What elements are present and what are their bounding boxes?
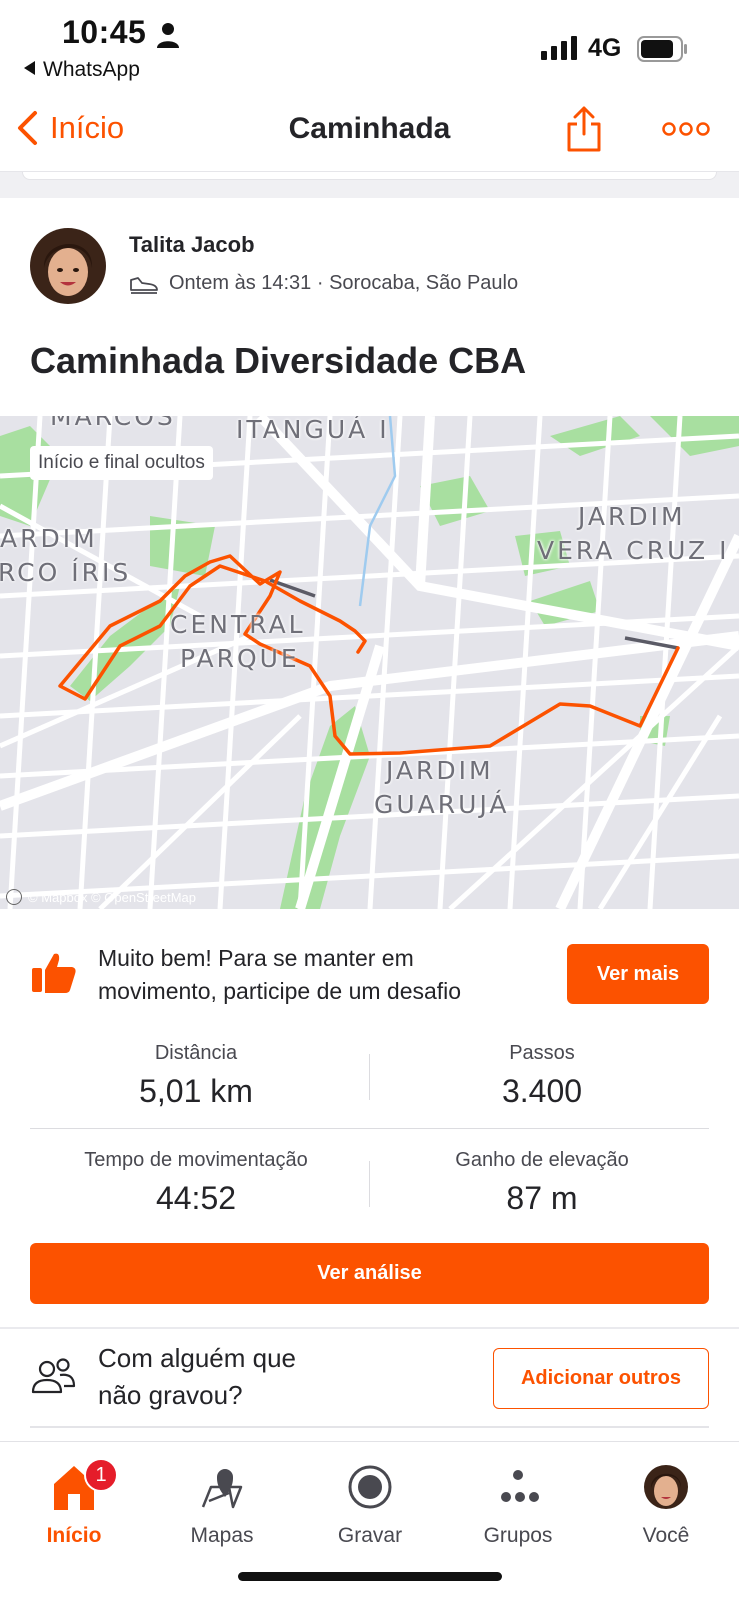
map-label: PARQUE xyxy=(180,644,300,673)
shoe-icon xyxy=(130,276,158,294)
status-bar: 10:45 WhatsApp 4G xyxy=(0,0,739,92)
view-analysis-button[interactable]: Ver análise xyxy=(30,1243,709,1304)
network-type: 4G xyxy=(588,34,622,62)
activity-title: Caminhada Diversidade CBA xyxy=(30,340,527,381)
map-canvas xyxy=(0,416,739,909)
add-others-button[interactable]: Adicionar outros xyxy=(493,1348,709,1409)
stat-label: Tempo de movimentação xyxy=(84,1149,308,1171)
clock: 10:45 xyxy=(62,14,147,50)
notification-badge: 1 xyxy=(84,1458,118,1492)
athlete-name[interactable]: Talita Jacob xyxy=(129,232,255,258)
stat-value: 5,01 km xyxy=(139,1073,253,1109)
stat-moving-time: Tempo de movimentação 44:52 xyxy=(26,1149,366,1217)
map-label: MARCOS xyxy=(50,416,176,431)
stat-label: Ganho de elevação xyxy=(455,1149,629,1171)
map-label: JARDIM xyxy=(578,502,686,531)
thumbs-up-icon xyxy=(32,953,76,993)
tag-others-prompt: Com alguém que não gravou? xyxy=(98,1340,296,1414)
tab-home[interactable]: 1 Início xyxy=(0,1454,148,1548)
home-indicator[interactable] xyxy=(238,1572,502,1581)
tab-groups[interactable]: Grupos xyxy=(444,1454,592,1548)
avatar-image xyxy=(30,228,106,304)
group-icon xyxy=(31,1358,76,1394)
section-divider xyxy=(30,1426,709,1428)
map-label: RCO ÍRIS xyxy=(0,558,132,587)
tag-others-line: não gravou? xyxy=(98,1380,243,1410)
stat-elevation-gain: Ganho de elevação 87 m xyxy=(372,1149,712,1217)
map-label: GUARUJÁ xyxy=(374,790,510,819)
stat-steps: Passos 3.400 xyxy=(372,1042,712,1110)
back-app-label: WhatsApp xyxy=(43,58,140,81)
info-icon xyxy=(6,889,22,905)
page-title: Caminhada xyxy=(288,112,451,145)
map-attribution[interactable]: © Mapbox © OpenStreetMap xyxy=(6,889,196,905)
stat-value: 87 m xyxy=(506,1180,578,1216)
challenge-promo-text: Muito bem! Para se manter em movimento, … xyxy=(98,945,462,1004)
stat-value: 3.400 xyxy=(501,1073,583,1109)
tab-label: Você xyxy=(642,1524,690,1547)
tab-record[interactable]: Gravar xyxy=(296,1454,444,1548)
activity-date-location: Ontem às 14:31 · Sorocaba, São Paulo xyxy=(169,272,519,294)
tab-you[interactable]: Você xyxy=(592,1454,739,1548)
groups-icon xyxy=(501,1470,539,1502)
activity-meta: Ontem às 14:31 · Sorocaba, São Paulo xyxy=(129,272,518,295)
nav-bar: Início Caminhada xyxy=(0,92,739,172)
map-label: ARDIM xyxy=(0,524,98,553)
tag-others-line: Com alguém que xyxy=(98,1343,296,1373)
profile-avatar-icon xyxy=(644,1465,688,1509)
see-more-button[interactable]: Ver mais xyxy=(567,944,709,1004)
attribution-text: © Mapbox © OpenStreetMap xyxy=(28,889,197,905)
tab-label: Gravar xyxy=(337,1524,403,1547)
tab-maps[interactable]: Mapas xyxy=(148,1454,296,1548)
map-label: VERA CRUZ I xyxy=(537,536,730,565)
tab-label: Grupos xyxy=(483,1524,553,1547)
divider xyxy=(30,1128,709,1129)
tab-label: Início xyxy=(46,1524,102,1547)
privacy-note: Início e final ocultos xyxy=(30,446,213,480)
more-options-icon[interactable] xyxy=(662,122,710,136)
signal-icon xyxy=(541,36,577,60)
stat-label: Passos xyxy=(509,1042,575,1064)
map-pin-icon xyxy=(201,1469,243,1509)
stat-value: 44:52 xyxy=(155,1180,237,1216)
map-label: CENTRAL xyxy=(170,610,306,639)
person-icon xyxy=(157,23,179,48)
stat-distance: Distância 5,01 km xyxy=(26,1042,366,1110)
tab-label: Mapas xyxy=(190,1524,254,1547)
divider xyxy=(369,1054,370,1100)
map-label: ITANGUÁ I xyxy=(236,416,390,444)
map-label: JARDIM xyxy=(386,756,494,785)
record-icon xyxy=(348,1465,392,1509)
stat-label: Distância xyxy=(154,1042,238,1064)
battery-icon xyxy=(637,36,687,62)
feed-separator xyxy=(0,172,739,198)
back-to-app-link[interactable]: WhatsApp xyxy=(24,58,140,82)
route-map[interactable]: MARCOS ITANGUÁ I JARDIM VERA CRUZ I ARDI… xyxy=(0,416,739,909)
section-divider xyxy=(0,1327,739,1329)
divider xyxy=(369,1161,370,1207)
share-icon[interactable] xyxy=(566,106,602,152)
avatar[interactable] xyxy=(30,228,106,304)
